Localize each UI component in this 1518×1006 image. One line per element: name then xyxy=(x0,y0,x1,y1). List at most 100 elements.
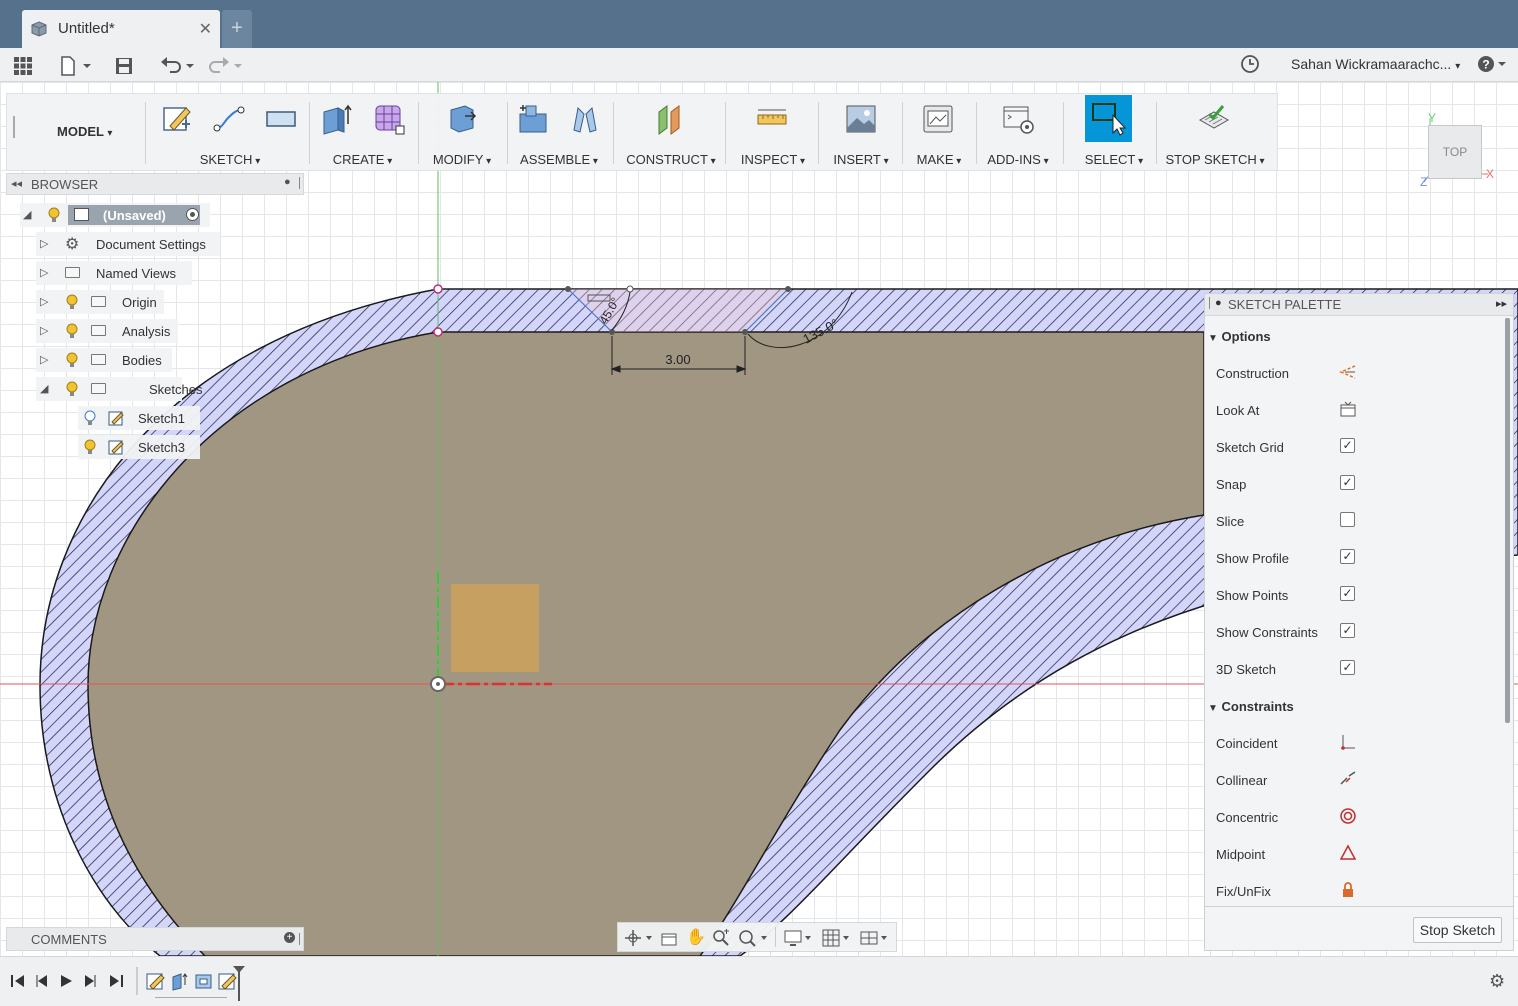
browser-grip[interactable] xyxy=(299,177,301,189)
constraint-row-midpoint[interactable]: Midpoint xyxy=(1216,847,1265,862)
offset-plane-icon[interactable] xyxy=(653,102,687,136)
concentric-icon[interactable] xyxy=(1339,807,1357,825)
sketch-group[interactable]: SKETCH xyxy=(152,94,308,172)
activate-radio-icon[interactable] xyxy=(186,208,199,221)
lightbulb-icon[interactable] xyxy=(84,439,96,455)
midpoint-icon[interactable] xyxy=(1339,844,1357,862)
user-account-menu[interactable]: Sahan Wickramaarachc... ▾ xyxy=(1291,56,1460,72)
measure-icon[interactable] xyxy=(755,102,789,136)
lightbulb-icon[interactable] xyxy=(66,323,78,339)
expand-arrow-icon[interactable]: ▷ xyxy=(40,237,48,250)
close-tab-icon[interactable]: ✕ xyxy=(199,19,212,39)
collapse-palette-icon[interactable]: ▸▸ xyxy=(1496,297,1507,310)
collinear-icon[interactable] xyxy=(1339,770,1357,788)
file-menu-icon[interactable] xyxy=(60,55,92,77)
construct-group[interactable]: CONSTRUCT xyxy=(619,94,723,172)
viewcube[interactable]: TOP xyxy=(1428,125,1482,179)
timeline-settings-gear-icon[interactable]: ⚙ xyxy=(1489,971,1505,992)
browser-item-sketch1[interactable]: Sketch1 xyxy=(78,406,200,430)
press-pull-icon[interactable] xyxy=(445,102,479,136)
go-to-start-icon[interactable] xyxy=(10,973,26,989)
comments-panel[interactable]: COMMENTS + xyxy=(6,927,304,951)
expand-arrow-icon[interactable]: ▷ xyxy=(40,266,48,279)
constraint-row-collinear[interactable]: Collinear xyxy=(1216,773,1267,788)
constraint-row-fix-unfix[interactable]: Fix/UnFix xyxy=(1216,884,1271,899)
show-profile-checkbox[interactable]: ✓ xyxy=(1340,549,1355,564)
toolbar-grip[interactable] xyxy=(13,116,15,138)
browser-item-document-settings[interactable]: ▷ ⚙ Document Settings xyxy=(36,232,220,256)
snap-checkbox[interactable]: ✓ xyxy=(1340,475,1355,490)
coincident-icon[interactable] xyxy=(1339,733,1357,751)
undo-icon[interactable] xyxy=(160,55,196,77)
new-component-icon[interactable] xyxy=(516,102,550,136)
lock-icon[interactable] xyxy=(1339,881,1357,899)
collapse-arrow-icon[interactable]: ◢ xyxy=(23,208,31,221)
grid-settings-icon[interactable] xyxy=(822,929,852,947)
sketch-grid-checkbox[interactable]: ✓ xyxy=(1340,438,1355,453)
create-sketch-icon[interactable] xyxy=(160,102,194,136)
palette-options-icon[interactable]: ● xyxy=(1215,297,1222,309)
display-settings-icon[interactable] xyxy=(784,929,814,947)
spline-icon[interactable] xyxy=(212,102,246,136)
lightbulb-icon[interactable] xyxy=(66,381,78,397)
go-to-end-icon[interactable] xyxy=(108,973,124,989)
timeline-marker-icon[interactable] xyxy=(232,965,246,1001)
look-at-icon[interactable] xyxy=(1339,400,1357,418)
workspace-switcher[interactable]: MODEL ▾ xyxy=(57,124,112,139)
save-icon[interactable] xyxy=(115,55,133,77)
timeline-shell-feature-icon[interactable] xyxy=(194,971,214,991)
browser-root[interactable]: ◢ (Unsaved) xyxy=(20,203,210,227)
new-tab-button[interactable]: + xyxy=(222,10,252,48)
job-status-clock-icon[interactable] xyxy=(1240,54,1260,74)
timeline-extrude-feature-icon[interactable] xyxy=(170,971,190,991)
lightbulb-off-icon[interactable] xyxy=(84,410,96,426)
stop-sketch-button[interactable]: Stop Sketch xyxy=(1413,917,1502,943)
collapse-browser-icon[interactable]: ◂◂ xyxy=(11,177,22,190)
lightbulb-icon[interactable] xyxy=(66,352,78,368)
zoom-icon[interactable] xyxy=(712,929,730,947)
rectangle-icon[interactable] xyxy=(264,102,298,136)
assemble-group[interactable]: ASSEMBLE xyxy=(510,94,608,172)
sketch-palette-header[interactable]: ● SKETCH PALETTE ▸▸ xyxy=(1205,294,1513,316)
insert-group[interactable]: INSERT xyxy=(822,94,900,172)
step-back-icon[interactable] xyxy=(34,973,50,989)
joint-icon[interactable] xyxy=(568,102,602,136)
finish-sketch-icon[interactable] xyxy=(1197,102,1231,136)
form-icon[interactable] xyxy=(372,102,406,136)
pan-hand-icon[interactable]: ✋ xyxy=(686,927,706,947)
constraints-section-header[interactable]: ▼ Constraints xyxy=(1208,699,1294,714)
palette-grip[interactable] xyxy=(1209,297,1211,309)
create-group[interactable]: CREATE xyxy=(310,94,415,172)
collapse-arrow-icon[interactable]: ◢ xyxy=(40,382,48,395)
app-grid-icon[interactable] xyxy=(13,55,33,77)
browser-item-origin[interactable]: ▷ Origin xyxy=(36,290,164,314)
make-group[interactable]: MAKE xyxy=(905,94,973,172)
inspect-group[interactable]: INSPECT xyxy=(729,94,817,172)
redo-icon[interactable] xyxy=(208,55,244,77)
constraint-row-coincident[interactable]: Coincident xyxy=(1216,736,1277,751)
browser-item-sketch3[interactable]: Sketch3 xyxy=(78,435,200,459)
stop-sketch-group[interactable]: STOP SKETCH xyxy=(1159,94,1271,172)
look-at-nav-icon[interactable] xyxy=(660,929,678,947)
3d-print-icon[interactable] xyxy=(921,102,955,136)
browser-header[interactable]: ◂◂ BROWSER ● xyxy=(6,173,304,195)
browser-item-sketches[interactable]: ◢ Sketches xyxy=(36,377,202,401)
select-group[interactable]: SELECT xyxy=(1071,94,1157,172)
scripts-addins-icon[interactable] xyxy=(1001,102,1035,136)
viewports-icon[interactable] xyxy=(860,929,890,947)
options-section-header[interactable]: ▼ Options xyxy=(1208,329,1271,344)
expand-arrow-icon[interactable]: ▷ xyxy=(40,353,48,366)
show-points-checkbox[interactable]: ✓ xyxy=(1340,586,1355,601)
constraint-row-concentric[interactable]: Concentric xyxy=(1216,810,1278,825)
step-forward-icon[interactable] xyxy=(82,973,98,989)
insert-image-icon[interactable] xyxy=(844,102,878,136)
add-comment-icon[interactable]: + xyxy=(284,932,295,943)
browser-options-icon[interactable]: ● xyxy=(284,176,291,188)
browser-item-named-views[interactable]: ▷ Named Views xyxy=(36,261,192,285)
construction-icon[interactable] xyxy=(1339,363,1357,381)
show-constraints-checkbox[interactable]: ✓ xyxy=(1340,623,1355,638)
document-tab[interactable]: Untitled* ✕ xyxy=(22,10,220,48)
timeline-sketch-feature-icon[interactable] xyxy=(146,971,166,991)
help-icon[interactable]: ? xyxy=(1476,54,1508,77)
expand-arrow-icon[interactable]: ▷ xyxy=(40,324,48,337)
